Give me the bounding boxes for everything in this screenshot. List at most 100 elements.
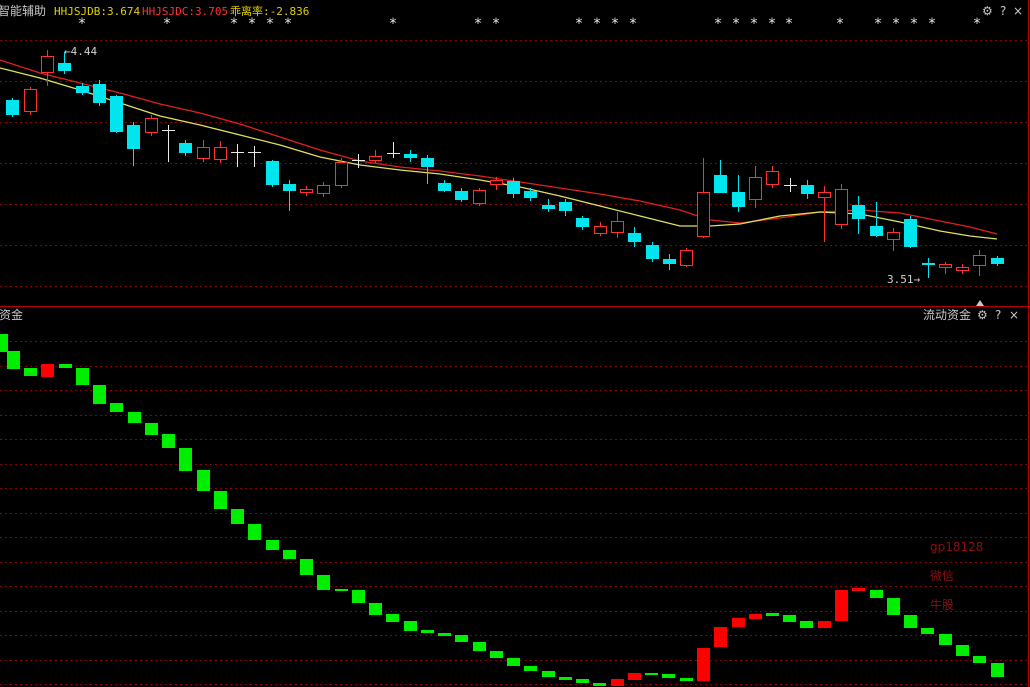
signal-star-icon: * [493,16,500,32]
fund-bar [490,651,503,658]
signal-star-icon: * [929,16,936,32]
signal-star-icon: * [79,16,86,32]
scroll-up-marker-icon[interactable] [976,300,984,306]
candle [300,186,313,196]
indicator-name: 智能辅助 [0,3,46,18]
fund-bar [542,671,555,677]
candle [576,216,589,230]
candle-body [697,192,710,237]
candle-body [490,180,503,185]
fund-bar [0,334,8,352]
candle-body [6,100,19,115]
candle [542,199,555,212]
candle-body [852,205,865,219]
signal-star-icon: * [390,16,397,32]
close-icon[interactable]: × [1013,4,1023,18]
candle-body [421,158,434,167]
signal-star-icon: * [974,16,981,32]
fund-bar [697,648,710,681]
candle [904,216,917,248]
candle-body [801,185,814,194]
candle-body [524,191,537,198]
fund-bar [921,628,934,634]
signal-star-icon: * [786,16,793,32]
candle-body [127,125,140,149]
fund-bar [939,634,952,645]
watermark-line-2: 微信 [930,569,954,583]
candle [283,180,296,211]
candle-body [404,154,417,158]
candle-body [542,205,555,209]
candle [455,188,468,202]
fund-bar [145,423,158,435]
candle [922,258,935,278]
candle [956,264,969,274]
candle-body [766,171,779,185]
hhjsjdb-label: HHJSJDB [54,5,101,18]
candle [266,160,279,187]
fund-bar [991,663,1004,677]
candle [939,262,952,274]
candle-body [611,221,624,233]
candle [646,242,659,262]
candle-body [300,189,313,193]
candle [162,125,175,162]
hhjsjdc-value: 3.705 [195,5,228,18]
help-icon[interactable]: ? [1000,4,1006,18]
candle-body [266,161,279,185]
fund-bar [956,645,969,656]
candle-body [887,232,900,240]
watermark: gp18128 微信 牛股 [930,540,983,612]
close-icon[interactable]: × [1009,308,1019,322]
candle [991,256,1004,266]
candle [818,186,831,242]
watermark-line-3: 牛股 [930,597,954,612]
fund-bar [76,368,89,385]
candle [369,150,382,163]
candle-body [576,218,589,227]
high-price-label: ←4.44 [64,45,97,58]
fund-bar [800,621,813,628]
candle [231,144,244,167]
fund-bar [732,618,745,627]
fund-bar [214,491,227,509]
gear-icon[interactable]: ⚙ [982,4,993,18]
fund-bar [335,589,348,591]
fund-bar [645,673,658,675]
candle [594,222,607,236]
candle [801,180,814,199]
candle-body [646,245,659,259]
candle-body [870,226,883,236]
fund-bar [41,364,54,377]
fund-title: 资金 [0,307,23,322]
fund-bar [266,540,279,550]
gear-icon[interactable]: ⚙ [977,308,988,322]
candle-body [145,118,158,133]
low-price-label: 3.51→ [887,273,920,286]
candle [127,122,140,166]
hhjsjdb-value: 3.674 [107,5,140,18]
candle [24,87,37,115]
fund-bar [421,630,434,633]
top-panel-header: 智能辅助 HHJSJDB:3.674 HHJSJDC:3.705 乖离率:-2.… [0,3,1023,18]
candle-body [507,181,520,194]
candle [110,95,123,133]
chart-grid [0,40,1028,685]
fund-bar [24,368,37,376]
candle-body [197,147,210,159]
fund-bar [248,524,261,540]
candle-body [24,89,37,112]
chart-canvas: 智能辅助 HHJSJDB:3.674 HHJSJDC:3.705 乖离率:-2.… [0,0,1030,687]
candle [749,166,762,208]
candle [387,142,400,158]
fund-bar [524,666,537,671]
candle [404,150,417,162]
signal-star-icon: * [267,16,274,32]
fund-bar [128,412,141,423]
candle-body [904,219,917,247]
signal-star-icon: * [751,16,758,32]
help-icon[interactable]: ? [995,308,1001,322]
fund-bar [455,635,468,642]
candle-body [93,84,106,103]
fund-bar [593,683,606,686]
